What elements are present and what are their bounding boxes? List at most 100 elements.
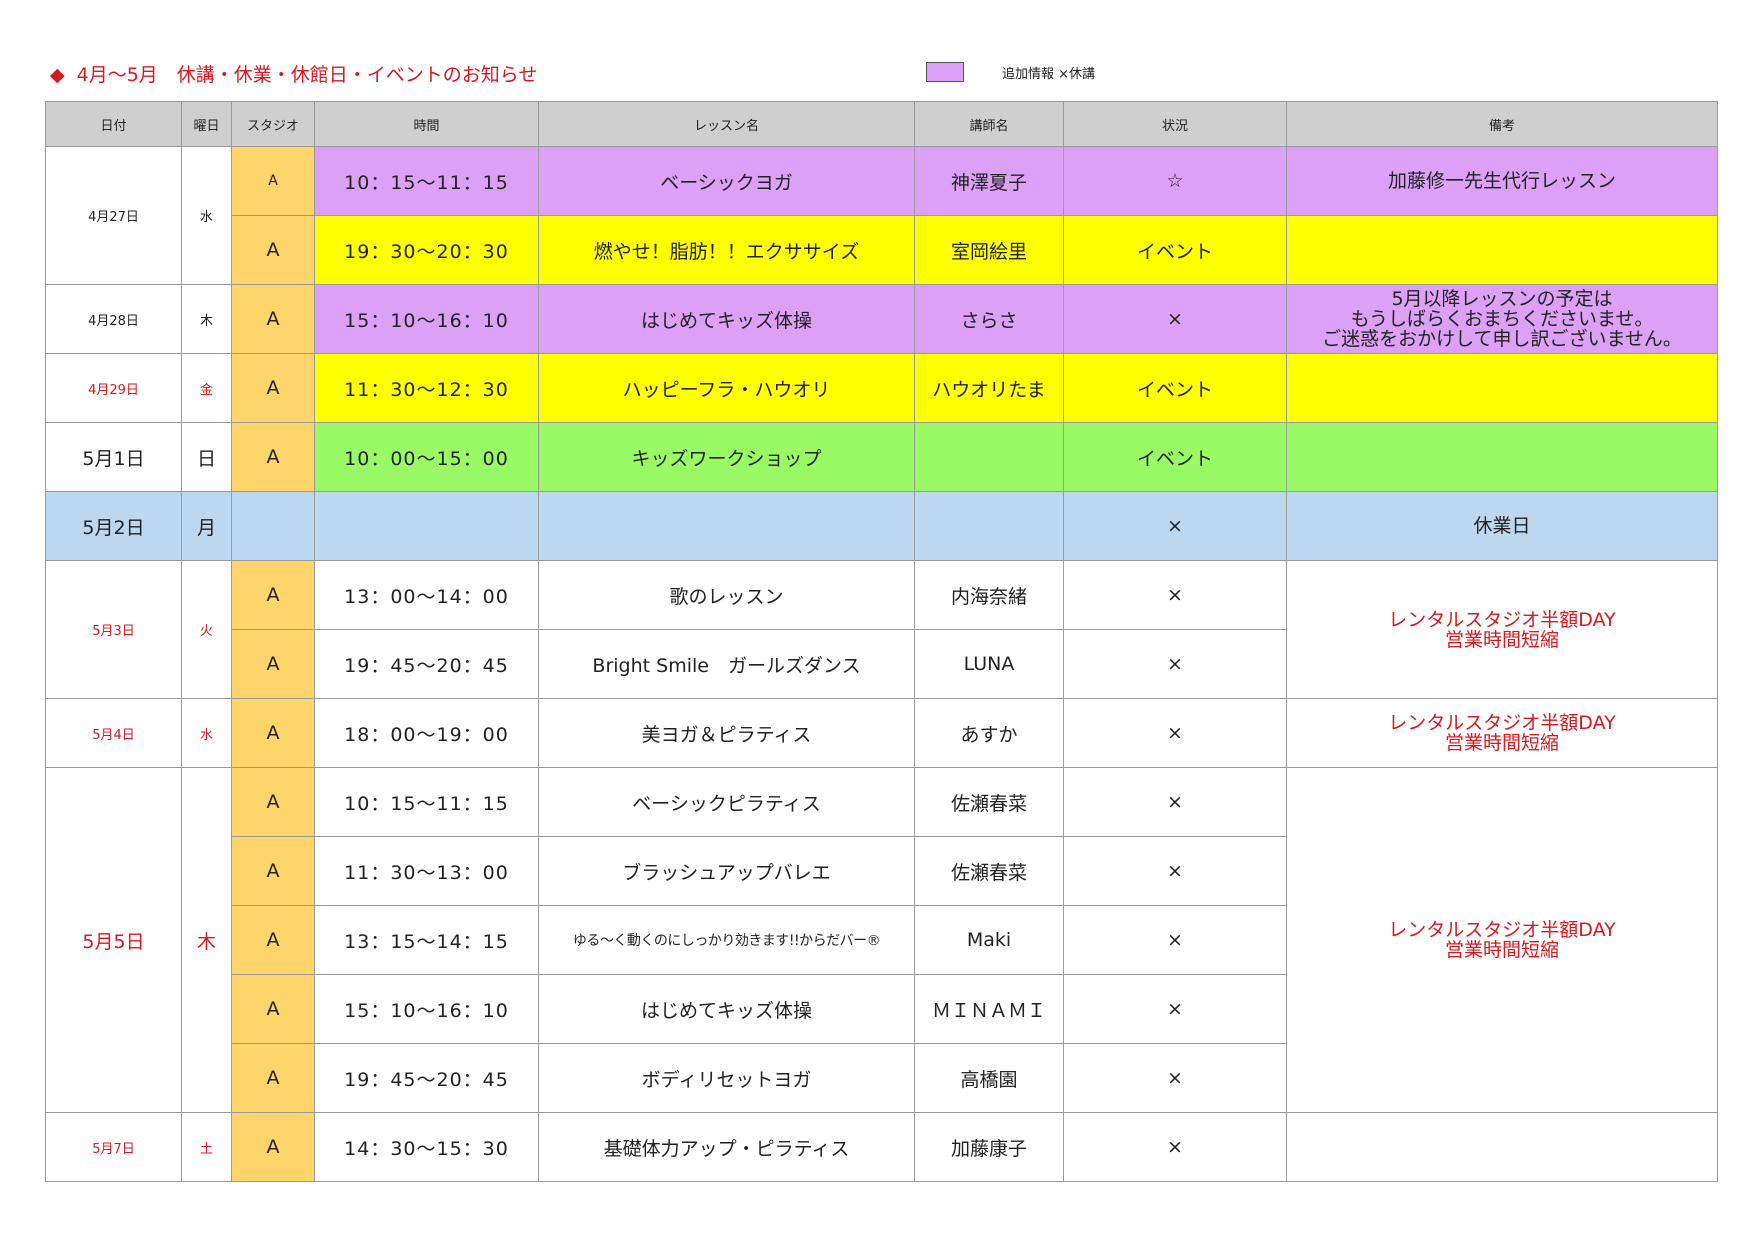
note-cell: 休業日 [1286, 491, 1718, 561]
column-header-note: 備考 [1286, 101, 1718, 147]
legend: 追加情報 ×休講 [926, 62, 1095, 82]
studio-cell: A [231, 215, 315, 285]
status-cell: × [1063, 284, 1287, 354]
studio-cell: A [231, 1043, 315, 1113]
studio-cell: A [231, 629, 315, 699]
note-line: 5月以降レッスンの予定は [1391, 288, 1613, 310]
lesson-cell: 基礎体力アップ・ピラティス [538, 1112, 915, 1182]
status-cell: × [1063, 767, 1287, 837]
column-header-lesson: レッスン名 [538, 101, 915, 147]
lesson-cell: 歌のレッスン [538, 560, 915, 630]
note-cell: レンタルスタジオ半額DAY 営業時間短縮 [1286, 698, 1718, 768]
teacher-cell: 高橋園 [914, 1043, 1064, 1113]
table-row: 4月29日金 A 11：30～12：30 ハッピーフラ・ハウオリ ハウオリたま イベント [45, 353, 1718, 423]
note-line: 営業時間短縮 [1444, 628, 1559, 651]
time-cell: 15：10～16：10 [314, 974, 539, 1044]
studio-cell: A [231, 767, 315, 837]
lesson-cell: ベーシックヨガ [538, 146, 915, 216]
column-header-date: 日付 [45, 101, 182, 147]
studio-cell: A [231, 836, 315, 906]
note-cell [1286, 1112, 1718, 1182]
page-title-text: 4月～5月 休講・休業・休館日・イベントのお知らせ [76, 64, 538, 86]
studio-cell: A [231, 353, 315, 423]
date-cell: 4月27日 [45, 146, 182, 285]
lesson-cell: キッズワークショップ [538, 422, 915, 492]
table-row: 4月27日水 A 10：15～11：15 ベーシックヨガ 神澤夏子 ☆ 加藤修一先生代行レッ… [45, 146, 1718, 285]
diamond-icon: ◆ [50, 64, 65, 86]
note-line: 営業時間短縮 [1444, 732, 1559, 754]
teacher-cell: 加藤康子 [914, 1112, 1064, 1182]
legend-text: 追加情報 ×休講 [1002, 66, 1096, 82]
teacher-cell: あすか [914, 698, 1064, 768]
date-cell: 5月7日 [45, 1112, 182, 1182]
status-cell: ☆ [1063, 146, 1287, 216]
teacher-cell: Maki [914, 905, 1064, 975]
teacher-cell: ＭＩＮＡＭＩ [914, 974, 1064, 1044]
weekday-cell: 土 [181, 1112, 232, 1182]
note-cell [1286, 353, 1718, 423]
studio-cell: A [231, 146, 315, 216]
status-cell: × [1063, 905, 1287, 975]
note-cell [1286, 215, 1718, 285]
weekday-cell: 水 [181, 698, 232, 768]
studio-cell: A [231, 422, 315, 492]
teacher-cell [914, 422, 1064, 492]
header-row: 日付 曜日 スタジオ 時間 レッスン名 講師名 状況 備考 [45, 101, 1718, 147]
note-line: ご迷惑をおかけして申し訳ございません。 [1322, 328, 1682, 350]
date-cell: 5月5日 [45, 767, 182, 1113]
status-cell: イベント [1063, 353, 1287, 423]
note-cell: レンタルスタジオ半額DAY 営業時間短縮 [1286, 767, 1718, 1113]
table-row: 5月1日日 A 10：00～15：00 キッズワークショップ イベント [45, 422, 1718, 492]
teacher-cell: 室岡絵里 [914, 215, 1064, 285]
teacher-cell [914, 491, 1064, 561]
table-row: 5月2日月 × 休業日 [45, 491, 1718, 561]
status-cell: × [1063, 560, 1287, 630]
note-line: レンタルスタジオ半額DAY [1388, 608, 1616, 631]
lesson-cell: ゆる～く動くのにしっかり効きます!!からだバー® [538, 905, 915, 975]
studio-cell: A [231, 974, 315, 1044]
status-cell: イベント [1063, 422, 1287, 492]
time-cell: 10：15～11：15 [314, 146, 539, 216]
status-cell: × [1063, 1112, 1287, 1182]
date-cell: 4月29日 [45, 353, 182, 423]
status-cell: × [1063, 1043, 1287, 1113]
weekday-cell: 月 [181, 491, 232, 561]
lesson-cell: 美ヨガ＆ピラティス [538, 698, 915, 768]
studio-cell: A [231, 698, 315, 768]
teacher-cell: ハウオリたま [914, 353, 1064, 423]
note-line: レンタルスタジオ半額DAY [1388, 919, 1616, 941]
studio-cell: A [231, 905, 315, 975]
table-row: 5月5日木 A 10：15～11：15 ベーシックピラティス 佐瀬春菜 × レンタルスタジオ… [45, 767, 1718, 1113]
weekday-cell: 木 [181, 767, 232, 1113]
schedule-table: 日付 曜日 スタジオ 時間 レッスン名 講師名 状況 備考 4月27日水 A 10：… [45, 101, 1718, 1182]
column-header-time: 時間 [314, 101, 539, 147]
lesson-cell: ハッピーフラ・ハウオリ [538, 353, 915, 423]
date-cell: 5月1日 [45, 422, 182, 492]
weekday-cell: 火 [181, 560, 232, 699]
column-header-status: 状況 [1063, 101, 1287, 147]
teacher-cell: 内海奈緒 [914, 560, 1064, 630]
time-cell: 13：15～14：15 [314, 905, 539, 975]
lesson-cell: ブラッシュアップバレエ [538, 836, 915, 906]
weekday-cell: 日 [181, 422, 232, 492]
lesson-cell: はじめてキッズ体操 [538, 284, 915, 354]
table-row: 5月7日土 A 14：30～15：30 基礎体力アップ・ピラティス 加藤康子 × [45, 1112, 1718, 1182]
teacher-cell: 神澤夏子 [914, 146, 1064, 216]
teacher-cell: LUNA [914, 629, 1064, 699]
table-row: 5月3日火 A 13：00～14：00 歌のレッスン 内海奈緒 × レンタルスタジオ半額DA… [45, 560, 1718, 699]
time-cell: 10：15～11：15 [314, 767, 539, 837]
status-cell: × [1063, 491, 1287, 561]
weekday-cell: 金 [181, 353, 232, 423]
note-cell: 加藤修一先生代行レッスン [1286, 146, 1718, 216]
note-line: レンタルスタジオ半額DAY [1388, 712, 1616, 734]
table-row: 4月28日木 A 15：10～16：10 はじめてキッズ体操 さらさ × 5月以降レッスンの… [45, 284, 1718, 354]
lesson-cell [538, 491, 915, 561]
time-cell: 11：30～13：00 [314, 836, 539, 906]
lesson-cell: ボディリセットヨガ [538, 1043, 915, 1113]
teacher-cell: 佐瀬春菜 [914, 836, 1064, 906]
date-cell: 5月2日 [45, 491, 182, 561]
page-title: ◆ 4月～5月 休講・休業・休館日・イベントのお知らせ [50, 60, 537, 87]
time-cell: 10：00～15：00 [314, 422, 539, 492]
time-cell: 18：00～19：00 [314, 698, 539, 768]
note-line: もうしばらくおまちくださいませ。 [1350, 308, 1654, 330]
